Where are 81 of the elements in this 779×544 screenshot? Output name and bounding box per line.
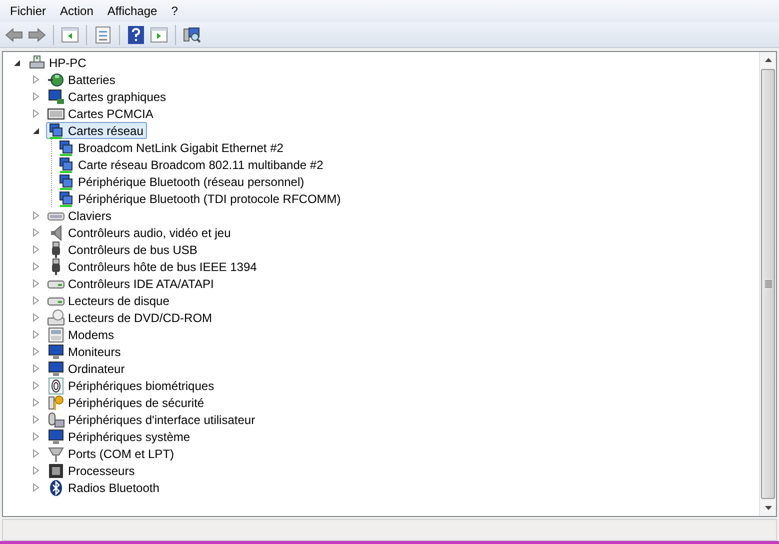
tree-item[interactable]: Contrôleurs de bus USB	[46, 241, 202, 258]
tree-item[interactable]: Périphériques d'interface utilisateur	[46, 411, 260, 428]
expand-icon[interactable]	[32, 92, 40, 101]
expand-icon[interactable]	[32, 245, 40, 254]
tree-item[interactable]: Ports (COM et LPT)	[46, 445, 178, 462]
display-card-icon	[47, 88, 65, 106]
key-icon	[47, 394, 65, 412]
pane-icon	[61, 26, 79, 42]
tree-item[interactable]: Lecteurs de disque	[46, 292, 174, 309]
menu-item[interactable]: Action	[53, 2, 100, 20]
expand-icon[interactable]	[32, 75, 40, 84]
tree-item[interactable]: Processeurs	[46, 462, 139, 479]
battery-icon	[47, 70, 65, 88]
expand-icon[interactable]	[32, 398, 40, 407]
tree-item[interactable]: Cartes PCMCIA	[46, 105, 158, 122]
expand-icon[interactable]	[32, 449, 40, 458]
arrow-left-icon	[5, 28, 23, 42]
processor-icon	[47, 462, 65, 480]
tree-item[interactable]: Périphérique Bluetooth (TDI protocole RFCOMM)	[56, 190, 345, 207]
network-icon	[57, 138, 75, 156]
expand-icon[interactable]	[32, 432, 40, 441]
bluetooth-icon	[47, 478, 65, 496]
tree-item[interactable]: Contrôleurs audio, vidéo et jeu	[46, 224, 235, 241]
port-icon	[47, 444, 65, 462]
tree-item[interactable]: Batteries	[46, 71, 120, 88]
menu-item[interactable]: Fichier	[3, 2, 54, 20]
tree-item[interactable]: Radios Bluetooth	[46, 479, 164, 496]
help-icon	[128, 26, 144, 44]
tree-item[interactable]: Carte réseau Broadcom 802.11 multibande #2	[56, 156, 328, 173]
network-icon	[47, 122, 65, 140]
monitor-icon	[47, 428, 65, 446]
expand-icon[interactable]	[32, 109, 40, 118]
monitor-magnifier-icon	[183, 26, 201, 44]
tree-item[interactable]: Ordinateur	[46, 360, 129, 377]
network-icon	[57, 190, 75, 208]
monitor-icon	[47, 360, 65, 378]
arrow-right-icon	[28, 28, 46, 42]
expand-icon[interactable]	[32, 296, 40, 305]
scrollbar-thumb[interactable]	[761, 69, 775, 499]
help-button[interactable]	[125, 24, 147, 46]
mouse-keyboard-icon	[47, 410, 65, 428]
computer-icon	[28, 54, 46, 72]
tree-item[interactable]: Contrôleurs hôte de bus IEEE 1394	[46, 258, 261, 275]
properties-icon	[95, 26, 111, 44]
expand-icon[interactable]	[32, 228, 40, 237]
modem-icon	[47, 326, 65, 344]
expand-icon[interactable]	[32, 262, 40, 271]
pane-icon	[150, 26, 168, 42]
fingerprint-icon	[47, 376, 65, 394]
expand-icon[interactable]	[32, 347, 40, 356]
tree-item[interactable]: Broadcom NetLink Gigabit Ethernet #2	[56, 139, 288, 156]
tree-item[interactable]: Lecteurs de DVD/CD-ROM	[46, 309, 216, 326]
tree-item[interactable]: Cartes réseau	[46, 122, 148, 139]
tree-item[interactable]: Modems	[46, 326, 118, 343]
menu-item[interactable]: Affichage	[100, 2, 164, 20]
tree-item[interactable]: Cartes graphiques	[46, 88, 170, 105]
optical-drive-icon	[47, 308, 65, 326]
grip-icon	[764, 280, 772, 288]
tree-item[interactable]: Contrôleurs IDE ATA/ATAPI	[46, 275, 218, 292]
expand-icon[interactable]	[32, 364, 40, 373]
expand-icon[interactable]	[32, 279, 40, 288]
collapse-icon[interactable]	[13, 58, 21, 67]
expand-icon[interactable]	[32, 313, 40, 322]
tree-item[interactable]: Périphériques de sécurité	[46, 394, 208, 411]
tree-item[interactable]: Périphériques système	[46, 428, 194, 445]
menu-item[interactable]: ?	[164, 2, 185, 20]
network-icon	[57, 172, 75, 190]
tree-item[interactable]: Périphériques biométriques	[46, 377, 218, 394]
expand-icon[interactable]	[32, 381, 40, 390]
collapse-icon[interactable]	[32, 126, 40, 135]
tree-item[interactable]: HP-PC	[27, 54, 90, 71]
expand-icon[interactable]	[32, 415, 40, 424]
expand-icon[interactable]	[32, 330, 40, 339]
monitor-icon	[47, 342, 65, 360]
expand-icon[interactable]	[32, 466, 40, 475]
network-icon	[57, 156, 75, 174]
expand-icon[interactable]	[32, 211, 40, 220]
tree-item[interactable]: Claviers	[46, 207, 116, 224]
expand-icon[interactable]	[32, 483, 40, 492]
tree-item[interactable]: Moniteurs	[46, 343, 125, 360]
tree-item[interactable]: Périphérique Bluetooth (réseau personnel)	[56, 173, 308, 190]
